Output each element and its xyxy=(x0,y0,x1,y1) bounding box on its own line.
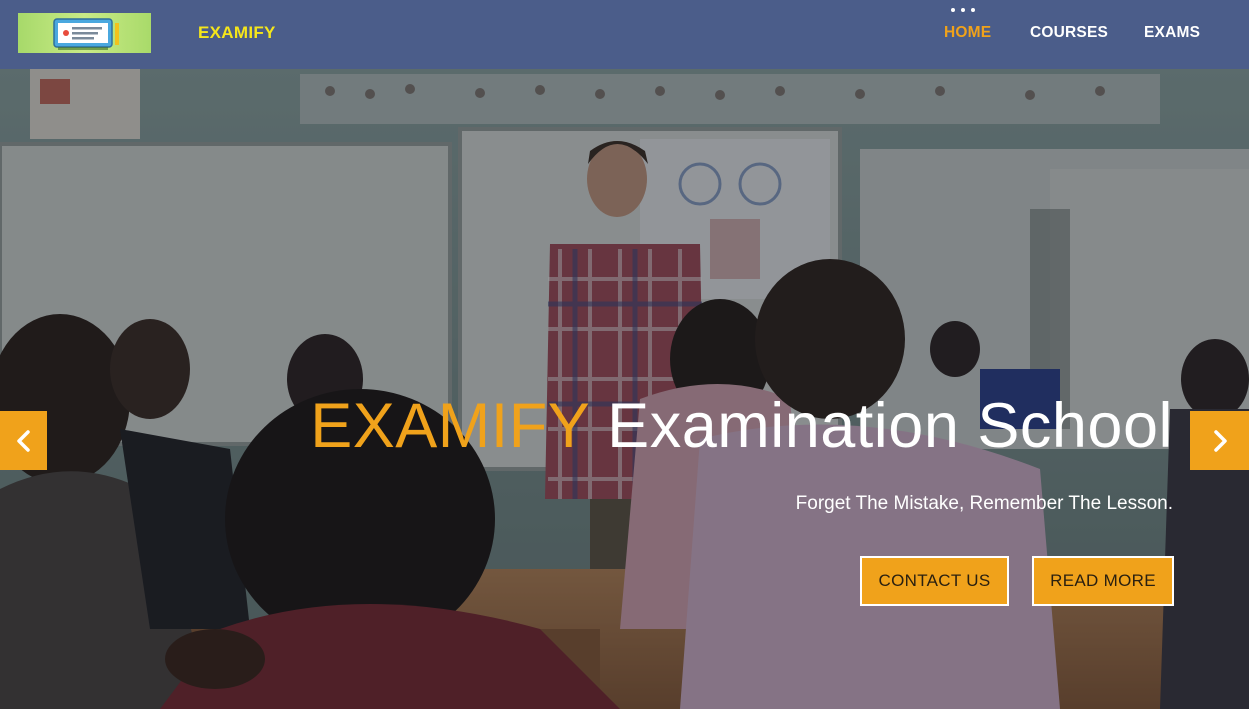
contact-us-button[interactable]: CONTACT US xyxy=(860,556,1009,606)
hero-title-rest: Examination School xyxy=(607,391,1173,461)
hero-slider: EXAMIFY Examination School Forget The Mi… xyxy=(0,69,1249,709)
slider-next-button[interactable] xyxy=(1190,411,1249,470)
hero-subtitle: Forget The Mistake, Remember The Lesson. xyxy=(795,493,1173,514)
read-more-button[interactable]: READ MORE xyxy=(1032,556,1174,606)
nav-home[interactable]: HOME xyxy=(944,24,991,42)
nav-exams[interactable]: EXAMS xyxy=(1144,24,1200,42)
chevron-left-icon xyxy=(16,429,30,452)
chevron-right-icon xyxy=(1213,429,1227,452)
navbar: EXAMIFY HOME COURSES EXAMS xyxy=(0,0,1249,69)
hero-title-accent: EXAMIFY xyxy=(310,391,590,461)
dots-icon xyxy=(951,8,975,12)
slider-prev-button[interactable] xyxy=(0,411,47,470)
hero-title: EXAMIFY Examination School xyxy=(310,395,1173,458)
site-logo[interactable] xyxy=(18,13,151,53)
hero-overlay xyxy=(0,69,1249,709)
brand-name[interactable]: EXAMIFY xyxy=(198,23,276,43)
page: EXAMIFY HOME COURSES EXAMS EXAMIFY Exami… xyxy=(0,0,1249,709)
nav-courses[interactable]: COURSES xyxy=(1030,24,1108,42)
logo-image xyxy=(53,18,119,50)
